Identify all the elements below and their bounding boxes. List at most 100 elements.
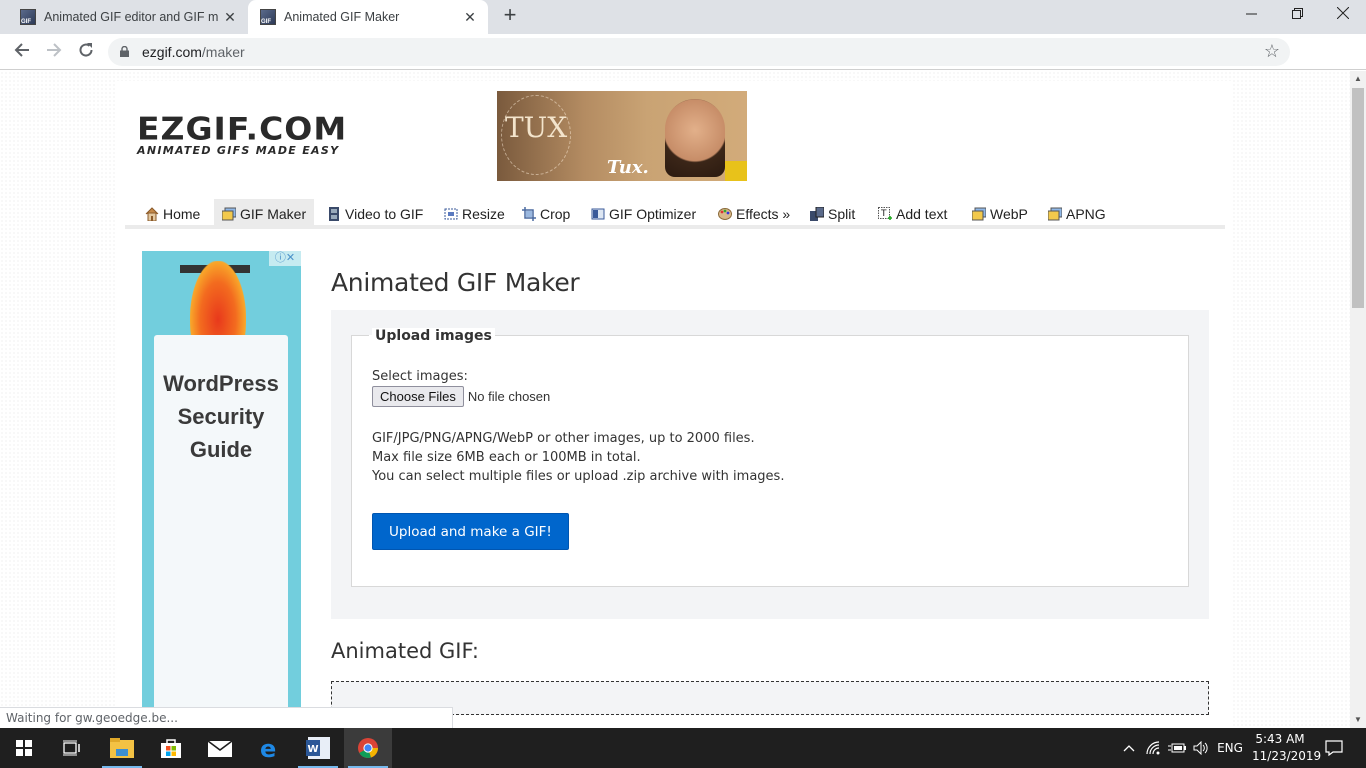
tab-title: Animated GIF Maker [284,10,400,24]
task-view-button[interactable] [48,728,96,768]
upload-submit-button[interactable]: Upload and make a GIF! [372,513,569,550]
scroll-up-icon[interactable]: ▲ [1350,71,1366,87]
svg-text:W: W [308,744,319,755]
reload-button[interactable] [74,40,98,64]
file-input[interactable]: Choose Files No file chosen [372,385,784,407]
nav-item-effects[interactable]: Effects » [710,199,798,229]
nav-label: Home [163,206,201,222]
battery-icon [1168,743,1186,753]
browser-toolbar: ezgif.com/maker ☆ S [0,34,1366,96]
gif-maker-icon [222,207,236,221]
restore-button[interactable] [1274,0,1320,30]
edge-icon: e [260,737,276,759]
ezgif-favicon-icon [20,9,36,25]
chevron-up-icon [1123,745,1135,752]
word-button[interactable]: W [294,728,342,768]
chrome-button[interactable] [344,728,392,768]
mail-button[interactable] [196,728,244,768]
info-line: Max file size 6MB each or 100MB in total… [372,450,641,465]
bookmark-star-icon[interactable]: ☆ [1264,41,1280,62]
back-button[interactable] [10,40,34,64]
browser-tab-bar: Animated GIF editor and GIF mak ✕ Animat… [0,0,1366,34]
nav-item-home[interactable]: Home [137,199,208,229]
nav-label: Crop [540,206,571,222]
ad-brand: TUX [505,111,568,144]
nav-label: Video to GIF [345,206,424,222]
nav-item-split[interactable]: Split [802,199,863,229]
network-button[interactable] [1143,728,1165,768]
result-heading: Animated GIF: [331,639,479,663]
nav-item-resize[interactable]: Resize [436,199,513,229]
ad-choices-icon[interactable]: ⓘ✕ [269,251,301,266]
nav-label: APNG [1066,206,1106,222]
ad-card: WordPress Security Guide [154,335,288,721]
apng-icon [1048,207,1062,221]
upload-info: GIF/JPG/PNG/APNG/WebP or other images, u… [372,429,784,486]
show-hidden-icons-button[interactable] [1118,728,1140,768]
start-button[interactable] [0,728,48,768]
action-center-button[interactable] [1320,728,1348,768]
nav-label: WebP [990,206,1028,222]
task-view-icon [63,740,80,756]
vertical-scrollbar[interactable]: ▲ ▼ [1350,71,1366,728]
resize-icon [444,208,458,220]
nav-label: GIF Maker [240,206,307,222]
system-clock[interactable]: 5:43 AM 11/23/2019 [1252,731,1322,765]
side-ad[interactable]: ⓘ✕ WordPress Security Guide [142,251,301,721]
nav-label: Resize [462,206,505,222]
ad-text-line: WordPress [163,371,279,396]
upload-fieldset: Upload images Select images: Choose File… [351,328,1189,587]
choose-files-button[interactable]: Choose Files [372,385,464,407]
folder-icon [110,738,134,758]
scroll-down-icon[interactable]: ▼ [1350,712,1366,728]
ad-brand-script: Tux. [607,157,649,178]
ad-decoration [725,161,747,181]
language-indicator[interactable]: ENG [1214,728,1246,768]
new-tab-button[interactable]: + [498,4,522,28]
main-nav: Home GIF Maker Video to GIF Resize Crop … [125,199,1225,229]
info-line: You can select multiple files or upload … [372,469,785,484]
nav-item-video-to-gif[interactable]: Video to GIF [319,199,431,229]
address-bar[interactable]: ezgif.com/maker ☆ [108,38,1290,66]
webp-icon [972,207,986,221]
minimize-button[interactable] [1228,0,1274,30]
nav-item-gif-optimizer[interactable]: GIF Optimizer [583,199,704,229]
nav-item-apng[interactable]: APNG [1040,199,1114,229]
nav-item-webp[interactable]: WebP [964,199,1036,229]
scroll-thumb[interactable] [1352,88,1364,308]
browser-tab-active[interactable]: Animated GIF Maker ✕ [248,0,488,34]
nav-item-gif-maker[interactable]: GIF Maker [214,199,315,229]
site-logo[interactable]: EZGIF.COM ANIMATED GIFS MADE EASY [137,113,347,157]
file-explorer-button[interactable] [98,728,146,768]
windows-logo-icon [16,740,32,756]
forward-button[interactable] [42,40,66,64]
close-tab-icon[interactable]: ✕ [218,9,242,26]
reload-icon [79,43,93,57]
nav-item-add-text[interactable]: T Add text [870,199,955,229]
clock-date: 11/23/2019 [1252,749,1322,763]
ad-text-line: Security [177,404,265,429]
volume-button[interactable] [1190,728,1212,768]
svg-text:e: e [260,737,276,759]
word-icon: W [306,737,330,759]
add-text-icon: T [878,207,892,220]
close-window-button[interactable] [1320,0,1366,30]
url-path: /maker [201,44,245,60]
browser-tab[interactable]: Animated GIF editor and GIF mak ✕ [8,0,248,34]
store-button[interactable] [147,728,195,768]
nav-item-crop[interactable]: Crop [514,199,578,229]
status-bubble: Waiting for gw.geoedge.be... [0,707,453,728]
tab-title: Animated GIF editor and GIF mak [44,10,218,24]
notification-icon [1325,740,1343,756]
battery-button[interactable] [1166,728,1188,768]
nav-label: Effects » [736,206,791,222]
close-tab-icon[interactable]: ✕ [458,9,482,26]
close-icon [1336,6,1350,20]
upload-legend: Upload images [372,328,495,344]
wifi-icon [1146,741,1160,755]
select-images-label: Select images: [372,369,468,384]
file-status: No file chosen [467,388,551,404]
edge-button[interactable]: e [246,728,294,768]
top-banner-ad[interactable]: TUX Tux. [497,91,747,181]
page-viewport: EZGIF.COM ANIMATED GIFS MADE EASY TUX Tu… [0,71,1350,728]
